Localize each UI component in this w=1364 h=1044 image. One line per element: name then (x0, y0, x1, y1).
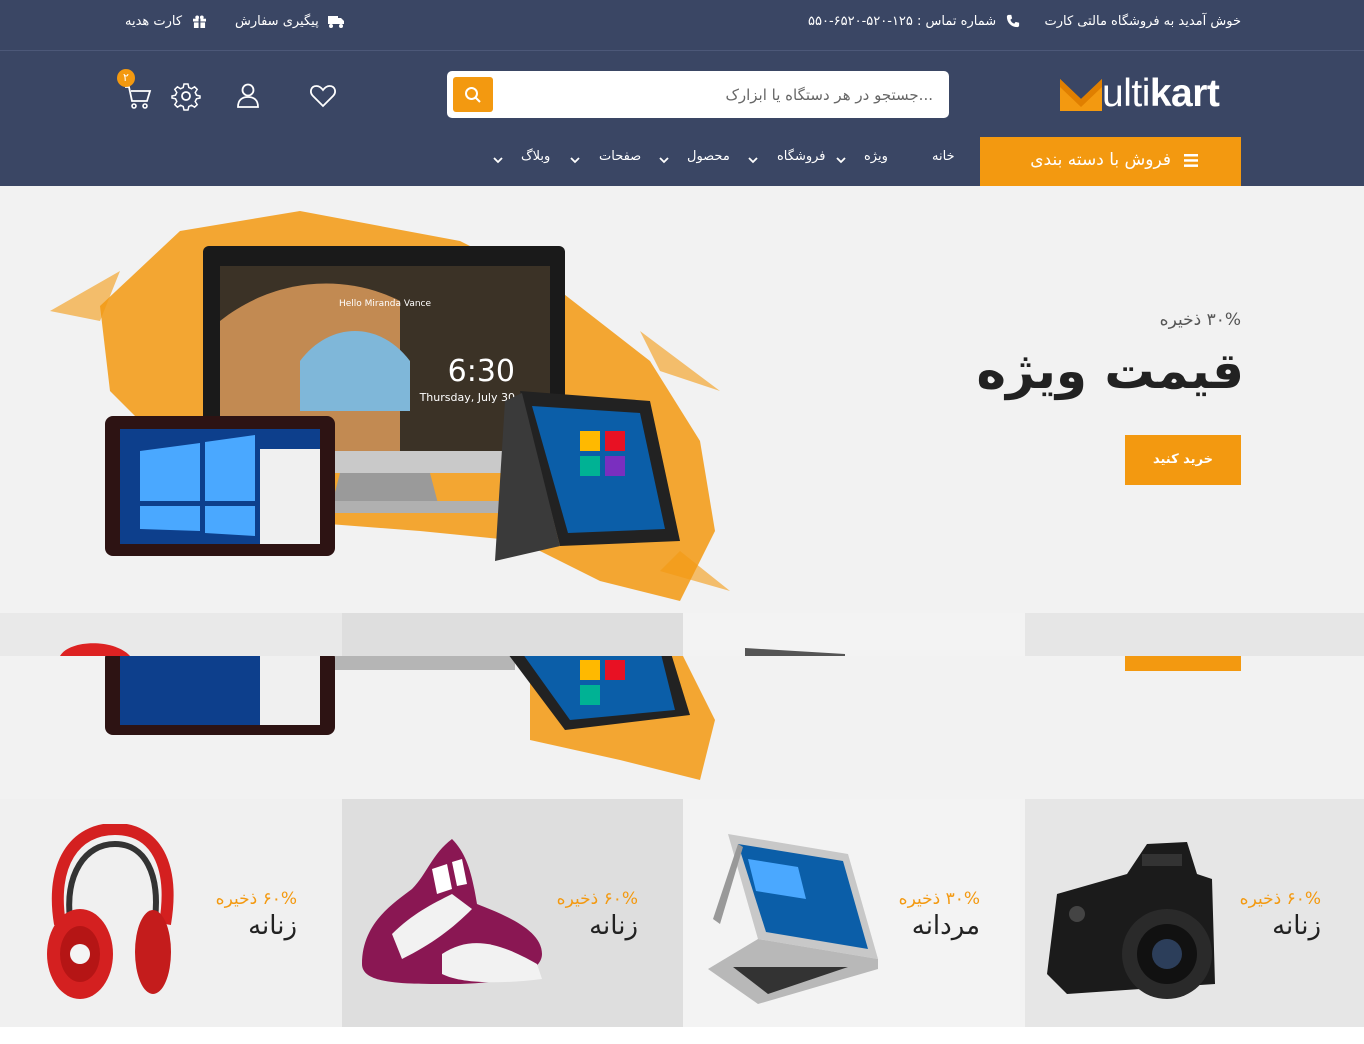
tile-name: زنانه (1272, 911, 1321, 941)
welcome-text: خوش آمدید به فروشگاه مالتی کارت (1044, 14, 1241, 29)
camera-image (1047, 842, 1215, 999)
logo[interactable]: ultikart (1060, 72, 1242, 119)
headphones-edge (60, 643, 130, 656)
heart-icon[interactable] (308, 81, 338, 111)
hero-save-text: ۳۰% ذخیره (1159, 310, 1241, 330)
chevron-down-icon (748, 157, 758, 164)
tile-save-text: ۶۰% ذخیره (556, 889, 638, 909)
sneakers-image (362, 839, 542, 984)
chevron-down-icon (570, 157, 580, 164)
category-tile[interactable]: ۶۰% ذخیره زنانه (342, 799, 683, 1027)
hero-banner-repeat (0, 656, 1364, 799)
user-icon[interactable] (233, 81, 263, 111)
page-bottom (0, 1027, 1364, 1044)
hero-title: قیمت ویژه (976, 342, 1244, 400)
hero-banner: 6:30 Thursday, July 30 Hello Miranda Van… (0, 186, 1364, 613)
menu-icon (1184, 154, 1198, 167)
overlap-band (0, 613, 1364, 656)
search-button[interactable] (453, 77, 493, 112)
laptop-edge (745, 648, 845, 656)
category-menu-button[interactable]: فروش با دسته بندی (980, 137, 1241, 186)
logo-text-light: ulti (1102, 72, 1150, 115)
search-icon (465, 87, 481, 103)
phone-text: شماره تماس : ۱۲۵-۵۲۰-۶۵۲۰-۵۵۰ (808, 14, 997, 29)
nav-item-featured[interactable]: ویژه (864, 149, 888, 164)
logo-mark-icon (1060, 79, 1102, 111)
devices-illustration-repeat (105, 656, 715, 780)
tile-name: مردانه (911, 911, 980, 941)
tile-name: زنانه (248, 911, 297, 941)
gear-icon[interactable] (171, 81, 201, 111)
gift-card-link[interactable]: کارت هدیه (125, 14, 182, 29)
screen-time: 6:30 (448, 354, 515, 389)
phone-icon (1006, 14, 1020, 28)
tile-save-text: ۶۰% ذخیره (215, 889, 297, 909)
nav-item-pages[interactable]: صفحات (599, 149, 641, 164)
nav-item-home[interactable]: خانه (932, 149, 955, 164)
tile-name: زنانه (589, 911, 638, 941)
main-header: ultikart ۲ فروش با دسته بندی خا (0, 51, 1364, 186)
headphones-image (47, 824, 174, 999)
shop-now-button[interactable]: خرید کنید (1125, 435, 1241, 485)
category-tile[interactable]: ۳۰% ذخیره مردانه (683, 799, 1025, 1027)
nav-item-shop[interactable]: فروشگاه (777, 149, 826, 164)
search-box (447, 71, 949, 118)
devices-illustration: 6:30 Thursday, July 30 Hello Miranda Van… (50, 211, 730, 601)
tile-save-text: ۶۰% ذخیره (1239, 889, 1321, 909)
category-tile[interactable]: ۶۰% ذخیره زنانه (1025, 799, 1364, 1027)
cart-count-badge: ۲ (117, 69, 135, 87)
laptop-image (708, 834, 878, 1004)
screen-greeting: Hello Miranda Vance (339, 299, 432, 309)
shop-button-edge (1125, 656, 1241, 671)
truck-icon (328, 16, 344, 28)
top-bar: خوش آمدید به فروشگاه مالتی کارت شماره تم… (0, 0, 1364, 51)
search-input[interactable] (503, 77, 933, 112)
screen-date: Thursday, July 30 (419, 391, 515, 404)
chevron-down-icon (493, 157, 503, 164)
logo-text-bold: kart (1149, 72, 1220, 115)
category-tile[interactable]: ۶۰% ذخیره زنانه (0, 799, 342, 1027)
gift-icon (193, 15, 206, 28)
nav-item-product[interactable]: محصول (687, 149, 730, 164)
category-menu-label: فروش با دسته بندی (1030, 150, 1171, 170)
chevron-down-icon (836, 157, 846, 164)
track-order-link[interactable]: پیگیری سفارش (235, 14, 319, 29)
nav-item-blog[interactable]: وبلاگ (521, 149, 550, 164)
chevron-down-icon (659, 157, 669, 164)
tile-save-text: ۳۰% ذخیره (898, 889, 980, 909)
